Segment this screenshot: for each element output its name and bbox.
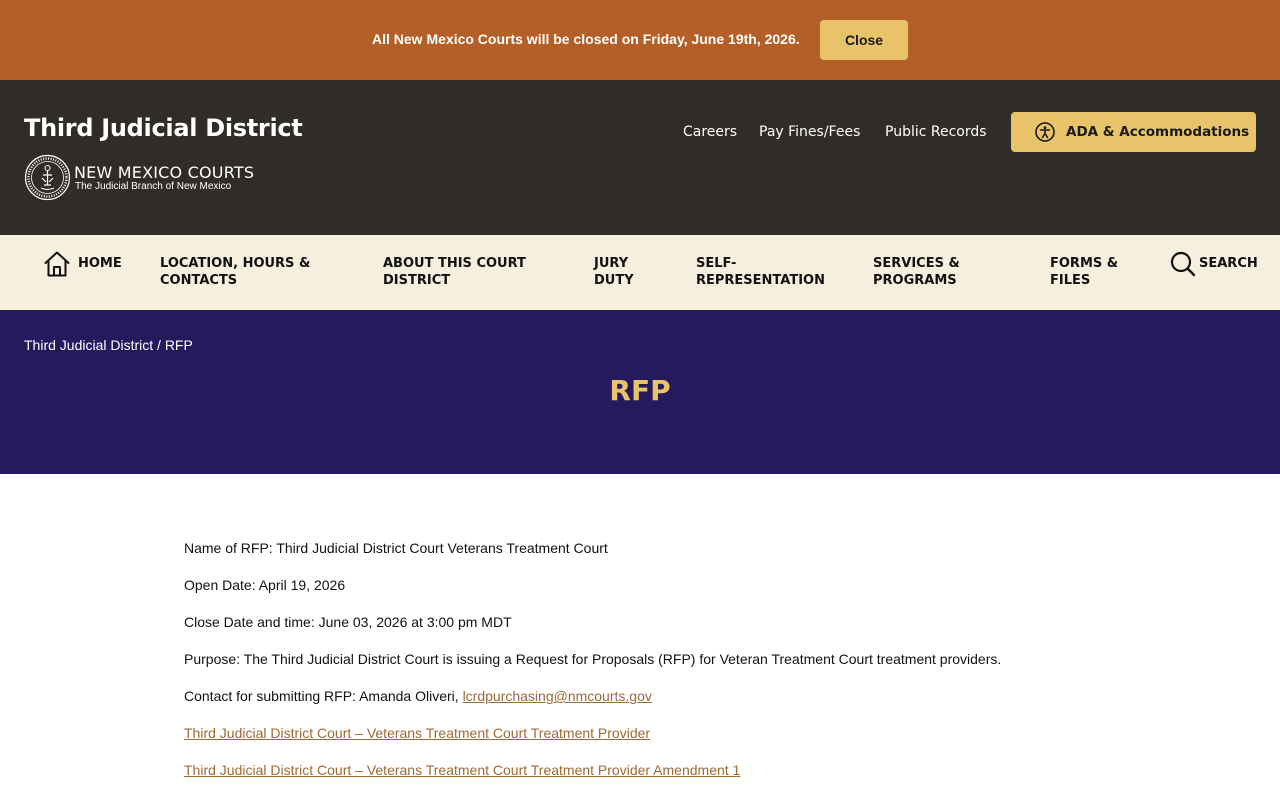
nav-item-jury-duty[interactable]: JURY DUTY bbox=[594, 255, 654, 289]
search-icon[interactable] bbox=[1170, 251, 1196, 277]
contact-prefix: Contact for submitting RFP: Amanda Olive… bbox=[184, 688, 463, 704]
public-records-link[interactable]: Public Records bbox=[885, 124, 987, 140]
home-icon[interactable] bbox=[43, 250, 71, 278]
brand-tagline: The Judicial Branch of New Mexico bbox=[75, 181, 232, 192]
alert-close-button[interactable]: Close bbox=[820, 20, 908, 60]
site-header: Third Judicial District NEW MEXICO COURT… bbox=[0, 80, 1280, 235]
document-item: Third Judicial District Court – Veterans… bbox=[184, 762, 1084, 778]
alert-banner: All New Mexico Courts will be closed on … bbox=[0, 0, 1280, 80]
breadcrumb-parent-link[interactable]: Third Judicial District bbox=[24, 337, 153, 353]
nav-item-search[interactable]: SEARCH bbox=[1199, 255, 1258, 272]
page-title: RFP bbox=[609, 374, 671, 407]
accessibility-icon bbox=[1035, 122, 1055, 142]
nav-item-location-hours-contacts[interactable]: LOCATION, HOURS & CONTACTS bbox=[160, 255, 330, 289]
document-item: Third Judicial District Court – Veterans… bbox=[184, 725, 1084, 741]
rfp-close-date: Close Date and time: June 03, 2026 at 3:… bbox=[184, 614, 512, 630]
site-title[interactable]: Third Judicial District bbox=[24, 114, 303, 142]
contact-email-link[interactable]: lcrdpurchasing@nmcourts.gov bbox=[463, 688, 652, 704]
page-hero: Third Judicial District / RFP RFP bbox=[0, 310, 1280, 474]
rfp-amendment-link[interactable]: Third Judicial District Court – Veterans… bbox=[184, 762, 740, 778]
rfp-purpose: Purpose: The Third Judicial District Cou… bbox=[184, 651, 1002, 667]
rfp-content: Name of RFP: Third Judicial District Cou… bbox=[184, 540, 1084, 799]
careers-link[interactable]: Careers bbox=[683, 124, 737, 140]
rfp-document-link[interactable]: Third Judicial District Court – Veterans… bbox=[184, 725, 650, 741]
pay-fines-link[interactable]: Pay Fines/Fees bbox=[759, 124, 860, 140]
ada-accommodations-button[interactable]: ADA & Accommodations bbox=[1011, 112, 1256, 152]
nav-item-services-programs[interactable]: SERVICES & PROGRAMS bbox=[873, 255, 983, 289]
nav-item-about-court-district[interactable]: ABOUT THIS COURT DISTRICT bbox=[383, 255, 553, 289]
breadcrumb: Third Judicial District / RFP bbox=[24, 337, 193, 353]
nav-item-home[interactable]: HOME bbox=[78, 255, 122, 272]
rfp-contact: Contact for submitting RFP: Amanda Olive… bbox=[184, 688, 1084, 704]
breadcrumb-current: RFP bbox=[164, 337, 193, 353]
nav-item-self-representation[interactable]: SELF-REPRESENTATION bbox=[696, 255, 825, 289]
alert-message: All New Mexico Courts will be closed on … bbox=[372, 31, 800, 47]
rfp-name: Name of RFP: Third Judicial District Cou… bbox=[184, 540, 608, 556]
brand-name: NEW MEXICO COURTS bbox=[74, 163, 255, 182]
ada-label: ADA & Accommodations bbox=[1066, 124, 1250, 140]
main-nav: HOME LOCATION, HOURS & CONTACTS ABOUT TH… bbox=[0, 235, 1280, 310]
court-seal-icon bbox=[24, 154, 71, 201]
nm-courts-logo[interactable]: NEW MEXICO COURTS The Judicial Branch of… bbox=[24, 154, 284, 202]
nav-item-forms-files[interactable]: FORMS & FILES bbox=[1050, 255, 1140, 289]
rfp-open-date: Open Date: April 19, 2026 bbox=[184, 577, 346, 593]
breadcrumb-separator: / bbox=[157, 337, 161, 353]
